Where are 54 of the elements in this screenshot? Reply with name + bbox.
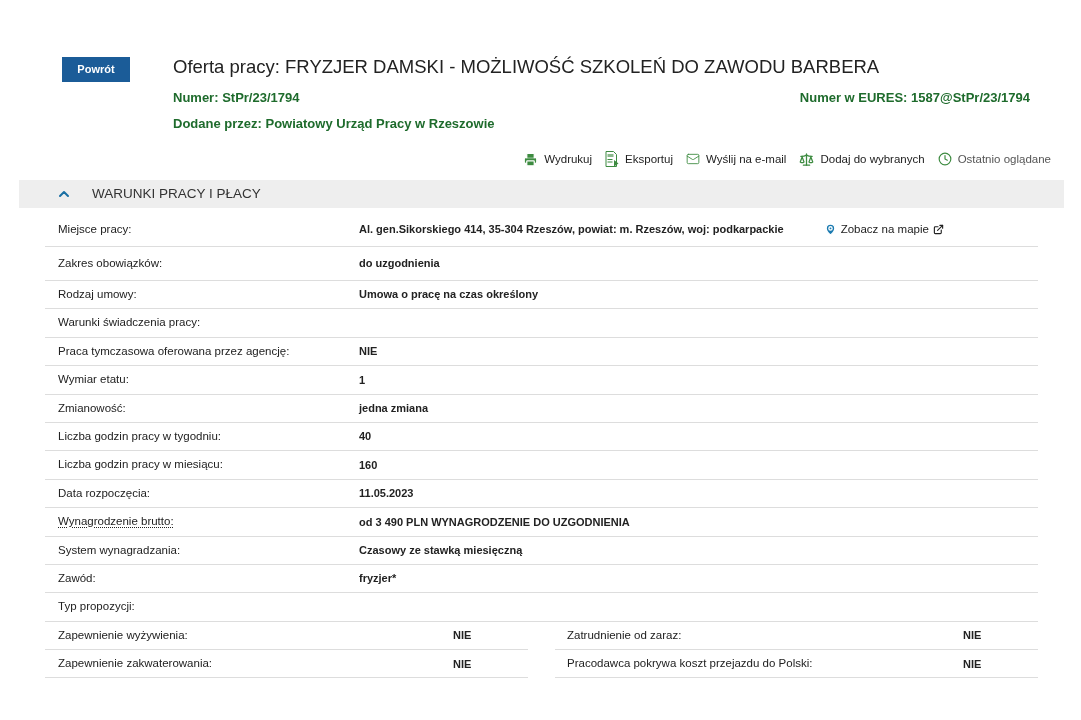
clock-icon [937,152,952,166]
field-label: Liczba godzin pracy w tygodniu: [58,430,221,442]
toolbar-link[interactable]: Eksportuj [625,151,673,167]
offer-number: Numer: StPr/23/1794 [173,89,300,107]
toolbar-link[interactable]: Wydrukuj [544,151,593,167]
field-label: Miejsce pracy: [58,222,132,235]
field-label: Typ propozycji: [58,600,135,613]
map-pin-icon [823,223,837,236]
field-label: Liczba godzin pracy w miesiącu: [58,458,223,471]
map-link[interactable]: Zobacz na mapie [823,220,944,239]
field-label: Pracodawca pokrywa koszt przejazdu do Polski: [567,657,813,670]
scales-icon [799,151,815,167]
field-value: NIE [963,656,982,672]
back-button[interactable]: Powrót [62,57,130,82]
field-label: Zakres obowiązków: [58,256,163,269]
field-value: 40 [359,429,372,445]
pdf-file-icon [605,151,620,167]
field-value: Umowa o pracę na czas określony [359,287,539,303]
field-label: Zmianowość: [58,401,126,414]
added-by-text: Dodane przez: Powiatowy Urząd Pracy w Rzeszowie [173,116,495,131]
toolbar-link[interactable]: Ostatnio oglądane [957,151,1051,167]
field-value: 11.05.2023 [359,486,414,502]
field-label: Praca tymczasowa oferowana przez agencję: [58,344,290,357]
field-label: Wymiar etatu: [58,373,129,386]
field-label: Zawód: [58,571,96,584]
field-value: jedna zmiana [359,401,429,416]
field-value: do uzgodnienia [359,256,440,272]
field-value: NIE [453,628,472,644]
field-label: System wynagradzania: [58,543,181,556]
field-value: 160 [359,457,378,473]
field-label: Rodzaj umowy: [58,288,137,301]
field-label: Zapewnienie zakwaterowania: [58,657,213,670]
field-value: NIE [453,656,472,672]
job-offer-title: Oferta pracy: FRYZJER DAMSKI - MOŻLIWOŚĆ SZKOLEŃ DO ZAWODU BARBERA [173,55,881,79]
field-value: Al. gen.Sikorskiego 414, 35-304 Rzeszów, powiat: m. Rzeszów, woj: podkarpackie [359,222,784,238]
external-link-icon [932,224,944,235]
section-header[interactable]: WARUNKI PRACY I PŁACY [19,180,1064,208]
field-value: NIE [359,344,378,360]
field-label: Wynagrodzenie brutto: [58,515,174,528]
toolbar-link[interactable]: Dodaj do wybranych [820,151,925,167]
field-value: Czasowy ze stawką miesięczną [359,542,523,558]
printer-icon [523,151,539,167]
field-label: Zatrudnienie od zaraz: [567,628,682,641]
field-label: Zapewnienie wyżywienia: [58,628,188,641]
field-value: fryzjer* [359,571,397,587]
section-title: WARUNKI PRACY I PŁACY [92,184,261,203]
eures-number: Numer w EURES: 1587@StPr/23/1794 [799,89,1030,107]
field-label: Warunki świadczenia pracy: [58,316,201,329]
toolbar-link[interactable]: Wyślij na e-mail [706,151,787,167]
field-value: NIE [963,628,982,644]
field-value: od 3 490 PLN WYNAGRODZENIE DO UZGODNIENIA [359,514,630,530]
field-label: Data rozpoczęcia: [58,486,151,499]
envelope-icon [686,152,700,166]
field-value: 1 [359,372,366,388]
